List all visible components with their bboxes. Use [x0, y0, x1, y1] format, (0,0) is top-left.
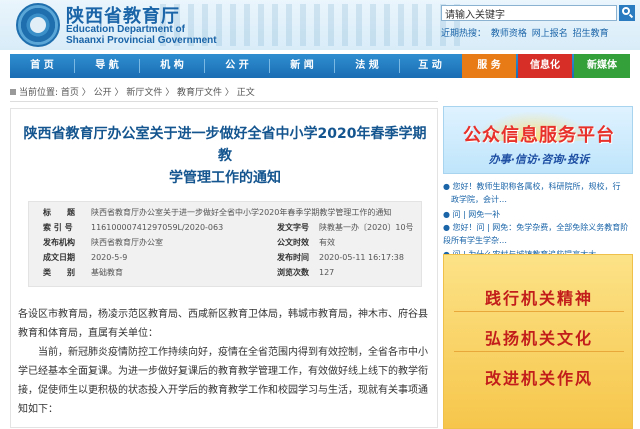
- page-title: 陕西省教育厅办公室关于进一步做好全省中小学2020年春季学期教 学管理工作的通知: [17, 123, 433, 189]
- site-english-name-line2: Shaanxi Provincial Government: [66, 35, 217, 46]
- hot-search-links: 近期热搜： 教师资格 网上报名 招生教育: [441, 26, 611, 39]
- emblem-logo[interactable]: [16, 3, 60, 47]
- divider: [454, 311, 624, 312]
- banner-line: 践行机关精神: [484, 289, 593, 308]
- list-item[interactable]: 所有学生学杂…: [443, 234, 633, 247]
- title-line: 学管理工作的通知: [169, 170, 281, 186]
- title-line: 陕西省教育厅办公室关于进一步做好全省中小学2020年春季学期教: [23, 126, 427, 164]
- nav-public[interactable]: 公 开: [205, 54, 269, 78]
- meta-key: 索 引 号: [43, 223, 73, 232]
- emblem-center: [30, 17, 46, 33]
- sidebar: 公众信息服务平台 办事·信访·咨询·投诉 ● 您好！教师生职称各属校，科研院所，…: [443, 106, 633, 429]
- meta-value: 2020-05-11 16:17:38: [319, 253, 404, 262]
- nav-service[interactable]: 服 务: [462, 54, 516, 78]
- document-meta-table: 标 题 陕西省教育厅办公室关于进一步做好全省中小学2020年春季学期教学管理工作…: [28, 201, 422, 287]
- nav-interaction[interactable]: 互 动: [400, 54, 460, 78]
- meta-value: 11610000741297059L/2020-063: [91, 223, 224, 232]
- site-header: 陕西省教育厅 Education Department of Shaanxi P…: [0, 0, 640, 50]
- article-panel: 陕西省教育厅办公室关于进一步做好全省中小学2020年春季学期教 学管理工作的通知…: [10, 108, 438, 428]
- list-item[interactable]: 政学院，会计…: [443, 193, 633, 206]
- meta-row-index: 索 引 号 11610000741297059L/2020-063 发文字号 陕…: [29, 221, 423, 234]
- body-line: 知如下：: [18, 404, 58, 415]
- hot-search-label: 近期热搜：: [441, 29, 487, 39]
- body-line: 当前，新冠肺炎疫情防控工作持续向好，疫情在全省范围内得到有效控制，全省各市中小: [18, 347, 428, 358]
- list-item[interactable]: ● 问 | 网免一补: [443, 208, 633, 221]
- body-line: 学已经基本全面复课。为进一步做好复课后的教育教学管理工作，有效做好线上线下的教学…: [18, 366, 428, 377]
- hot-search-link[interactable]: 教师资格: [491, 29, 527, 39]
- meta-key: 浏览次数: [277, 268, 309, 277]
- meta-row-title: 标 题 陕西省教育厅办公室关于进一步做好全省中小学2020年春季学期教学管理工作…: [29, 206, 423, 219]
- meta-value: 陕教基一办〔2020〕10号: [319, 223, 414, 232]
- meta-row-org: 发布机构 陕西省教育厅办公室 公文时效 有效: [29, 236, 423, 249]
- search-icon-handle: [628, 13, 634, 19]
- meta-value: 陕西省教育厅办公室关于进一步做好全省中小学2020年春季学期教学管理工作的通知: [91, 208, 392, 217]
- site-english-name-line1: Education Department of: [66, 24, 185, 35]
- meta-key: 发布机构: [43, 238, 75, 247]
- meta-key: 发布时间: [277, 253, 309, 262]
- banner-subtitle: 办事·信访·咨询·投诉: [488, 153, 590, 166]
- banner-line: 改进机关作风: [484, 369, 593, 388]
- main-nav: 首 页 导 航 机 构 公 开 新 闻 法 规 互 动 服 务 信息化 新媒体: [10, 54, 630, 78]
- search-input[interactable]: [441, 5, 617, 21]
- meta-key: 标 题: [43, 208, 75, 217]
- meta-row-category: 类 别 基础教育 浏览次数 127: [29, 266, 423, 279]
- meta-value: 陕西省教育厅办公室: [91, 238, 163, 247]
- home-icon: [10, 89, 16, 95]
- meta-value: 127: [319, 268, 335, 277]
- meta-key: 类 别: [43, 268, 75, 277]
- nav-regulations[interactable]: 法 规: [335, 54, 399, 78]
- nav-new-media[interactable]: 新媒体: [574, 54, 630, 78]
- list-item[interactable]: ● 您好！教师生职称各属校，科研院所，规校，行: [443, 180, 633, 193]
- nav-organization[interactable]: 机 构: [140, 54, 204, 78]
- banner-line: 弘扬机关文化: [484, 329, 593, 348]
- meta-key: 公文时效: [277, 238, 309, 247]
- breadcrumb: 当前位置: 首页 〉 公开 〉 新厅文件 〉 教育厅文件 〉 正文: [10, 86, 438, 102]
- meta-key: 发文字号: [277, 223, 309, 232]
- body-line: 教育和体育局，直属有关单位：: [18, 328, 158, 339]
- nav-guide[interactable]: 导 航: [75, 54, 139, 78]
- public-service-banner[interactable]: 公众信息服务平台 办事·信访·咨询·投诉: [443, 106, 633, 174]
- search-button[interactable]: [619, 5, 635, 21]
- divider: [454, 351, 624, 352]
- meta-key: 成文日期: [43, 253, 75, 262]
- nav-home[interactable]: 首 页: [10, 54, 74, 78]
- meta-value: 2020-5-9: [91, 253, 128, 262]
- hot-search-link[interactable]: 招生教育: [573, 29, 609, 39]
- nav-informatization[interactable]: 信息化: [518, 54, 572, 78]
- meta-value: 有效: [319, 238, 335, 247]
- meta-row-date: 成文日期 2020-5-9 发布时间 2020-05-11 16:17:38: [29, 251, 423, 264]
- breadcrumb-text[interactable]: 当前位置: 首页 〉 公开 〉 新厅文件 〉 教育厅文件 〉 正文: [19, 88, 255, 98]
- spirit-culture-banner[interactable]: 践行机关精神 弘扬机关文化 改进机关作风: [443, 254, 633, 429]
- nav-news[interactable]: 新 闻: [270, 54, 334, 78]
- article-body: 各设区市教育局，杨凌示范区教育局、西咸新区教育卫体局，韩城市教育局，神木市、府谷…: [18, 305, 432, 419]
- body-line: 各设区市教育局，杨凌示范区教育局、西咸新区教育卫体局，韩城市教育局，神木市、府谷…: [18, 309, 428, 320]
- hot-search-link[interactable]: 网上报名: [532, 29, 568, 39]
- body-line: 接，促使师生以更积极的状态投入开学后的教育教学工作和校园学习与生活，现就有关事项…: [18, 385, 428, 396]
- meta-value: 基础教育: [91, 268, 123, 277]
- banner-title: 公众信息服务平台: [463, 125, 615, 146]
